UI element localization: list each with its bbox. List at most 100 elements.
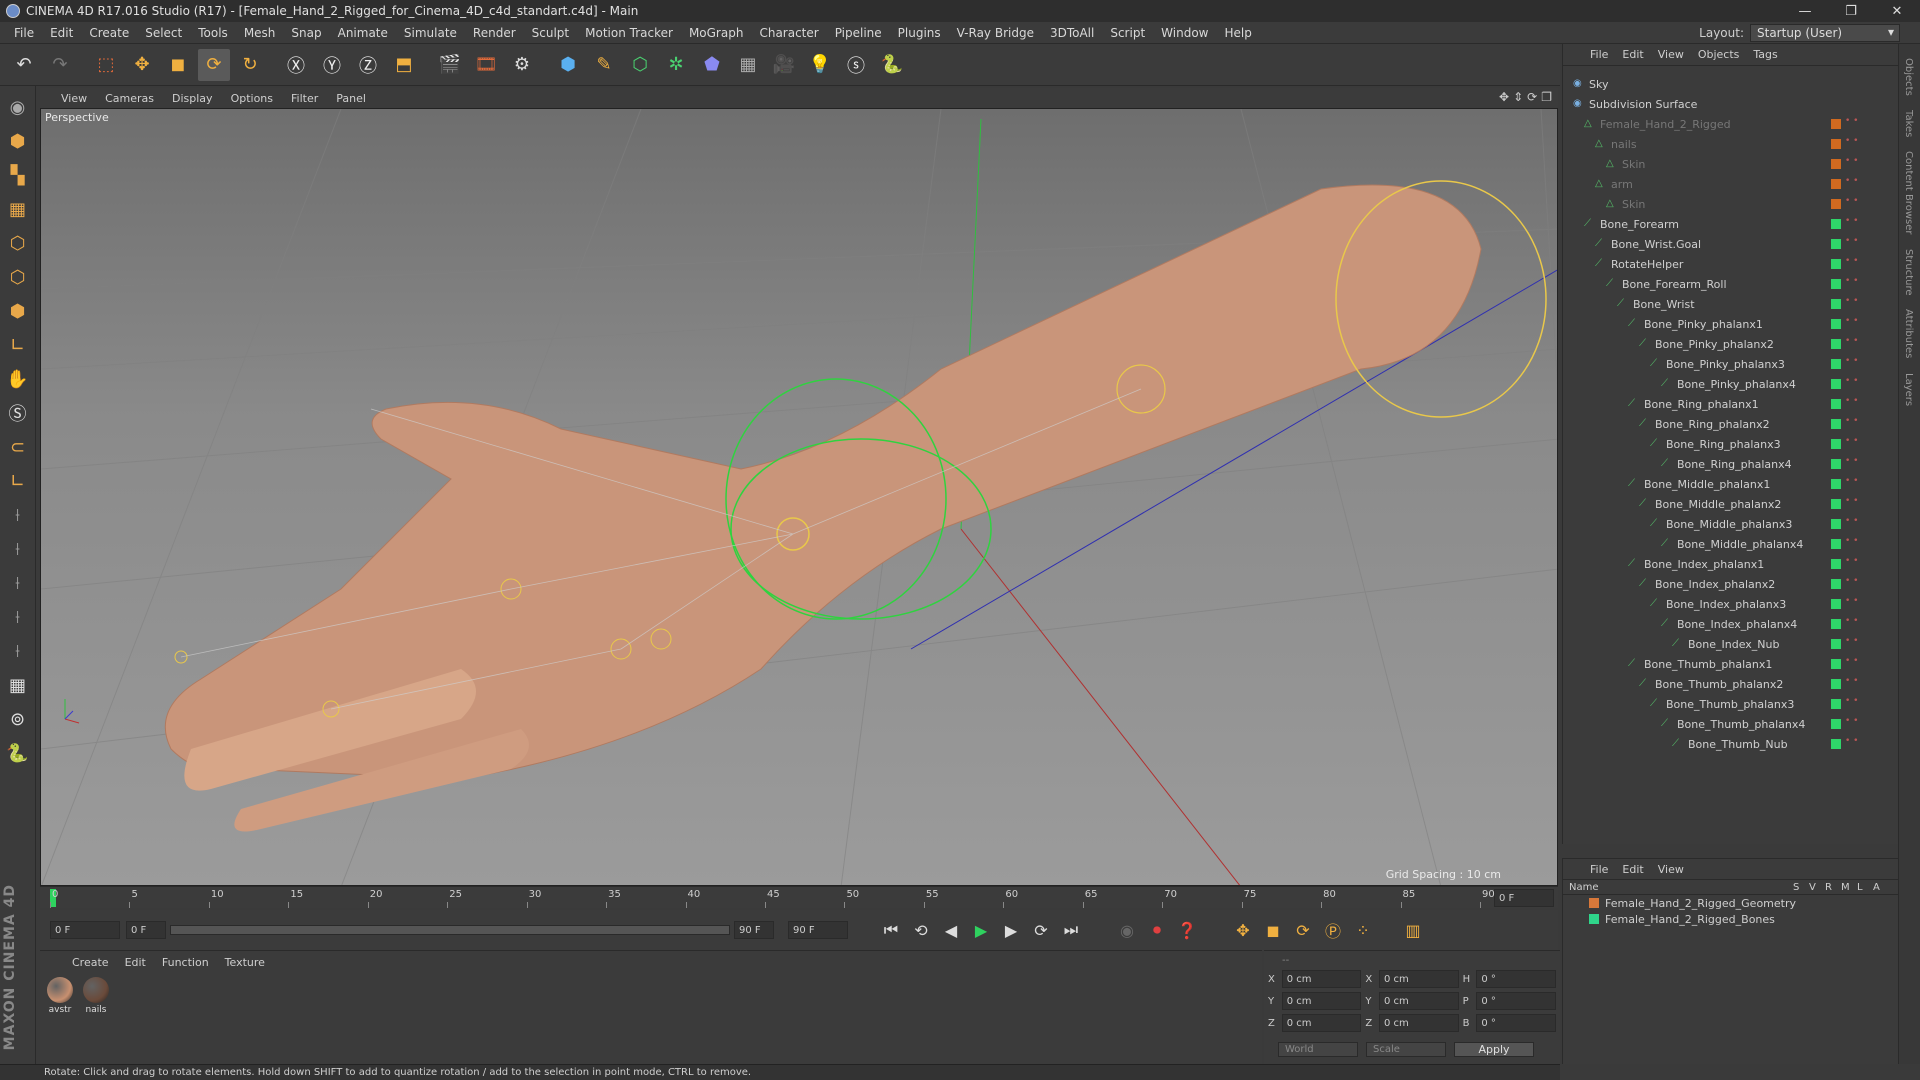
object-menu-file[interactable]: File	[1583, 48, 1615, 61]
menu-mesh[interactable]: Mesh	[236, 26, 284, 40]
object-tree-row[interactable]: ⟋ Bone_Ring_phalanx3 • •	[1563, 434, 1899, 454]
object-tree-row[interactable]: ⟋ Bone_Ring_phalanx1 • •	[1563, 394, 1899, 414]
material-menu-texture[interactable]: Texture	[217, 956, 273, 969]
floor-icon[interactable]: ▦	[732, 49, 764, 81]
menu-simulate[interactable]: Simulate	[396, 26, 465, 40]
layer-color-swatch[interactable]	[1831, 399, 1841, 409]
axis-mode-icon[interactable]: ∟	[3, 330, 33, 360]
menu-tools[interactable]: Tools	[190, 26, 236, 40]
layer-color-swatch[interactable]	[1831, 199, 1841, 209]
visibility-dots[interactable]: • •	[1845, 337, 1858, 346]
next-frame-icon[interactable]: ▶	[998, 917, 1024, 943]
scale-tool-icon[interactable]: ◼	[162, 49, 194, 81]
minimize-button[interactable]: —	[1782, 0, 1828, 22]
range-start-field[interactable]: 0 F	[126, 921, 166, 939]
prev-frame-icon[interactable]: ◀	[938, 917, 964, 943]
layer-color-swatch[interactable]	[1831, 439, 1841, 449]
visibility-dots[interactable]: • •	[1845, 277, 1858, 286]
object-tree-row[interactable]: ⟋ Bone_Middle_phalanx1 • •	[1563, 474, 1899, 494]
menu-pipeline[interactable]: Pipeline	[827, 26, 890, 40]
range-slider[interactable]	[170, 925, 730, 935]
object-menu-tags[interactable]: Tags	[1746, 48, 1784, 61]
menu-mograph[interactable]: MoGraph	[681, 26, 752, 40]
object-menu-edit[interactable]: Edit	[1615, 48, 1650, 61]
viewport-menu-view[interactable]: View	[52, 92, 96, 105]
object-tree-row[interactable]: ⟋ Bone_Middle_phalanx4 • •	[1563, 534, 1899, 554]
recent-tool-icon[interactable]: ↻	[234, 49, 266, 81]
viewport-menu-panel[interactable]: Panel	[327, 92, 375, 105]
visibility-dots[interactable]: • •	[1845, 697, 1858, 706]
arm-mesh[interactable]	[164, 184, 1482, 780]
layer-color-swatch[interactable]	[1831, 339, 1841, 349]
maximize-button[interactable]: ❐	[1828, 0, 1874, 22]
close-button[interactable]: ✕	[1874, 0, 1920, 22]
layer-color-swatch[interactable]	[1831, 599, 1841, 609]
layer-color-swatch[interactable]	[1831, 159, 1841, 169]
menu-snap[interactable]: Snap	[283, 26, 329, 40]
play-icon[interactable]: ▶	[968, 917, 994, 943]
object-menu-view[interactable]: View	[1651, 48, 1691, 61]
cloner-icon[interactable]: ✲	[660, 49, 692, 81]
coordinate-system-icon[interactable]: ⬒	[388, 49, 420, 81]
object-tree-row[interactable]: ⟋ Bone_Thumb_phalanx1 • •	[1563, 654, 1899, 674]
visibility-dots[interactable]: • •	[1845, 537, 1858, 546]
menu-motion-tracker[interactable]: Motion Tracker	[577, 26, 681, 40]
texture-mode-icon[interactable]: ▚	[3, 160, 33, 190]
spline-pen-icon[interactable]: ✎	[588, 49, 620, 81]
subdivision-generator-icon[interactable]: ⬡	[624, 49, 656, 81]
timeline-icon[interactable]: ▥	[1400, 917, 1426, 943]
cube-primitive-icon[interactable]: ⬢	[552, 49, 584, 81]
side-tab-layers[interactable]: Layers	[1903, 373, 1914, 406]
object-tree-row[interactable]: ⟋ RotateHelper • •	[1563, 254, 1899, 274]
key-rotation-icon[interactable]: ⟳	[1290, 917, 1316, 943]
render-picture-viewer-icon[interactable]: 🎞	[470, 49, 502, 81]
timeline-end-field[interactable]: 0 F	[1494, 889, 1554, 907]
object-tree-row[interactable]: ⟋ Bone_Ring_phalanx4 • •	[1563, 454, 1899, 474]
menu-script[interactable]: Script	[1102, 26, 1153, 40]
x-axis-lock-icon[interactable]: Ⓧ	[280, 49, 312, 81]
layer-color-swatch[interactable]	[1831, 619, 1841, 629]
object-tree-row[interactable]: ⟋ Bone_Wrist.Goal • •	[1563, 234, 1899, 254]
points-mode-icon[interactable]: ⬡	[3, 228, 33, 258]
visibility-dots[interactable]: • •	[1845, 717, 1858, 726]
visibility-dots[interactable]: • •	[1845, 157, 1858, 166]
viewport-menu-cameras[interactable]: Cameras	[96, 92, 163, 105]
visibility-dots[interactable]: • •	[1845, 557, 1858, 566]
layer-color-swatch[interactable]	[1831, 459, 1841, 469]
object-menu-objects[interactable]: Objects	[1691, 48, 1747, 61]
menu-render[interactable]: Render	[465, 26, 524, 40]
goto-start-icon[interactable]: ⏮	[878, 917, 904, 943]
goto-end-icon[interactable]: ⏭	[1058, 917, 1084, 943]
visibility-dots[interactable]: • •	[1845, 137, 1858, 146]
pan-icon[interactable]: ✥	[1499, 90, 1509, 104]
object-tree-row[interactable]: △ Female_Hand_2_Rigged • •	[1563, 114, 1899, 134]
visibility-dots[interactable]: • •	[1845, 117, 1858, 126]
side-tab-structure[interactable]: Structure	[1903, 249, 1914, 296]
object-tree-row[interactable]: △ nails • •	[1563, 134, 1899, 154]
visibility-dots[interactable]: • •	[1845, 517, 1858, 526]
tweak-mode-icon[interactable]: ✋	[3, 364, 33, 394]
visibility-dots[interactable]: • •	[1845, 657, 1858, 666]
layer-row[interactable]: Female_Hand_2_Rigged_Geometry	[1563, 895, 1898, 911]
layer-color-swatch[interactable]	[1831, 719, 1841, 729]
menu-window[interactable]: Window	[1153, 26, 1216, 40]
object-tree-row[interactable]: △ Skin • •	[1563, 194, 1899, 214]
object-tree-row[interactable]: ⟋ Bone_Pinky_phalanx1 • •	[1563, 314, 1899, 334]
scale-value-field[interactable]: 0 cm	[1379, 1014, 1459, 1032]
object-tree-row[interactable]: ⟋ Bone_Index_phalanx2 • •	[1563, 574, 1899, 594]
material-menu-edit[interactable]: Edit	[117, 956, 154, 969]
light-icon[interactable]: 💡	[804, 49, 836, 81]
object-tree-row[interactable]: ⟋ Bone_Index_Nub • •	[1563, 634, 1899, 654]
toggle-layout-icon[interactable]: ❐	[1541, 90, 1552, 104]
record-icon[interactable]: ⏺	[1144, 917, 1170, 943]
script-icon[interactable]: ⓢ	[840, 49, 872, 81]
layout-dropdown[interactable]: Startup (User)	[1750, 24, 1900, 42]
visibility-dots[interactable]: • •	[1845, 597, 1858, 606]
viewport-menu-display[interactable]: Display	[163, 92, 222, 105]
visibility-dots[interactable]: • •	[1845, 317, 1858, 326]
prev-key-icon[interactable]: ⟲	[908, 917, 934, 943]
viewport-menu-options[interactable]: Options	[222, 92, 282, 105]
key-scale-icon[interactable]: ◼	[1260, 917, 1286, 943]
y-axis-lock-icon[interactable]: Ⓨ	[316, 49, 348, 81]
layer-color-swatch[interactable]	[1831, 139, 1841, 149]
